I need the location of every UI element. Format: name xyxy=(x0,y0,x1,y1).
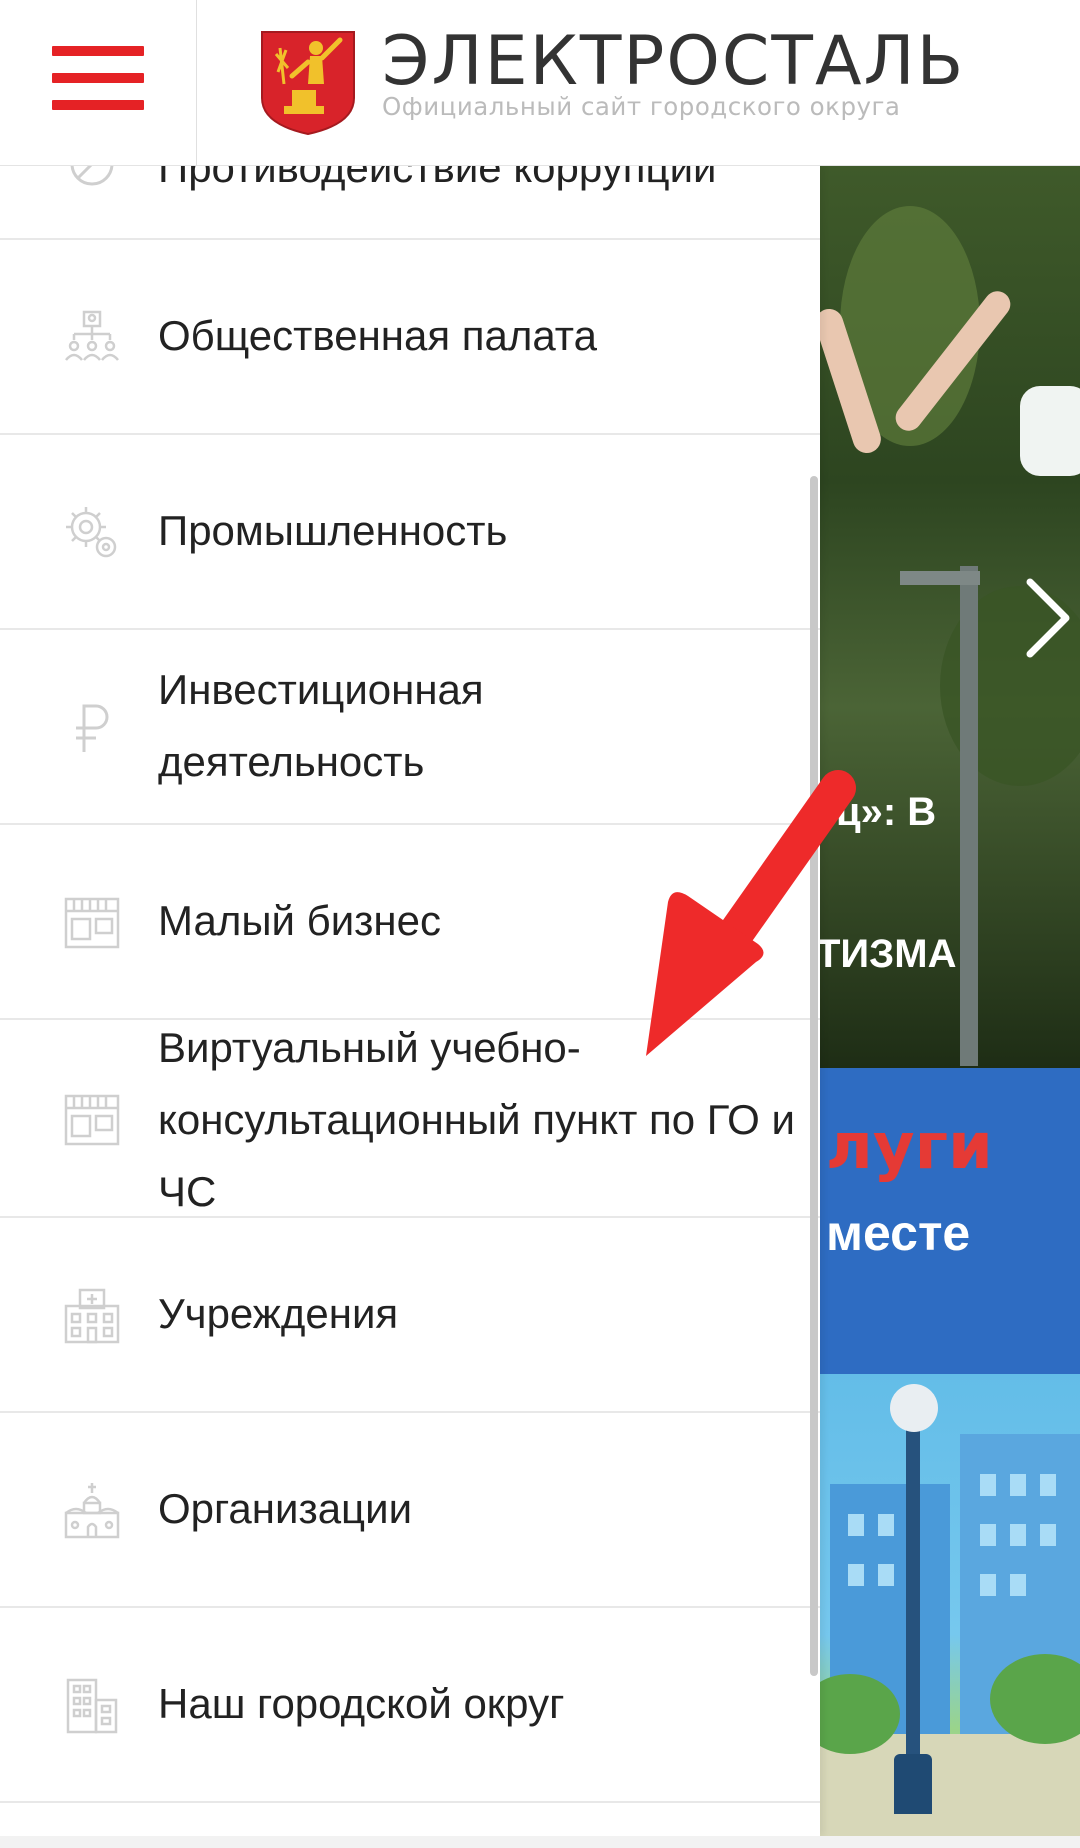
hospital-icon xyxy=(62,1286,122,1346)
photo-lamp-pole xyxy=(960,566,978,1066)
city-crest-icon[interactable] xyxy=(258,28,358,136)
menu-item-public-chamber[interactable]: Общественная палата xyxy=(0,240,820,435)
illus-window xyxy=(980,1474,996,1496)
site-title[interactable]: ЭЛЕКТРОСТАЛЬ xyxy=(382,28,965,96)
prohibited-icon xyxy=(62,166,122,194)
menu-item-institutions[interactable]: Учреждения xyxy=(0,1218,820,1413)
bottom-edge xyxy=(0,1836,1080,1848)
banner-subtitle: месте xyxy=(826,1205,971,1261)
ruble-icon xyxy=(62,698,122,758)
illus-window xyxy=(1010,1524,1026,1546)
menu-item-industry[interactable]: Промышленность xyxy=(0,435,820,630)
slide-caption-line1[interactable]: ц»: В xyxy=(836,790,936,835)
menu-item-small-business[interactable]: Малый бизнес xyxy=(0,825,820,1020)
menu-item-label: Промышленность xyxy=(158,507,508,554)
illus-window xyxy=(878,1564,894,1586)
menu-item-label: Общественная палата xyxy=(158,312,597,359)
illus-window xyxy=(1040,1474,1056,1496)
church-icon xyxy=(62,1481,122,1541)
illus-window xyxy=(848,1564,864,1586)
illus-window xyxy=(848,1514,864,1536)
chevron-right-icon[interactable] xyxy=(1024,578,1072,658)
nav-drawer: Противодействие коррупции Общественная п… xyxy=(0,166,820,1836)
hamburger-bar xyxy=(52,46,144,56)
illus-lamp-base xyxy=(894,1754,932,1814)
illus-window xyxy=(1010,1474,1026,1496)
illus-window xyxy=(1040,1524,1056,1546)
menu-item-organizations[interactable]: Организации xyxy=(0,1413,820,1608)
promo-illustration[interactable] xyxy=(820,1374,1080,1848)
banner-title: луги xyxy=(826,1110,993,1184)
menu-item-label: Противодействие коррупции xyxy=(158,166,717,191)
header-divider xyxy=(196,0,197,166)
shop-icon xyxy=(62,893,122,953)
hierarchy-icon xyxy=(62,308,122,368)
illus-window xyxy=(980,1574,996,1596)
menu-item-our-district[interactable]: Наш городской округ xyxy=(0,1608,820,1803)
menu-item-label: Учреждения xyxy=(158,1290,399,1337)
menu-item-label: Наш городской округ xyxy=(158,1680,565,1727)
illus-window xyxy=(878,1514,894,1536)
menu-item-label: Виртуальный учебно-консультационный пунк… xyxy=(158,1024,795,1215)
illus-window xyxy=(980,1524,996,1546)
menu-item-label: Инвестиционная деятельность xyxy=(158,666,484,785)
menu-item-civil-defense[interactable]: Виртуальный учебно-консультационный пунк… xyxy=(0,1020,820,1218)
hamburger-icon[interactable] xyxy=(52,46,144,110)
site-subtitle: Официальный сайт городского округа xyxy=(382,92,901,121)
buildings-icon xyxy=(62,1676,122,1736)
menu-item-investment[interactable]: Инвестиционная деятельность xyxy=(0,630,820,825)
menu-item-anticorruption[interactable]: Противодействие коррупции xyxy=(0,166,820,240)
drawer-scrollbar[interactable] xyxy=(810,476,818,1676)
illus-lamp-globe xyxy=(890,1384,938,1432)
slide-caption-line2[interactable]: ТИЗМА xyxy=(816,932,956,977)
photo-lamp-head xyxy=(900,571,980,585)
photo-dancer-dress xyxy=(1020,386,1080,476)
menu-item-label: Малый бизнес xyxy=(158,897,441,944)
gears-icon xyxy=(62,503,122,563)
shop-icon xyxy=(62,1090,122,1150)
hamburger-bar xyxy=(52,73,144,83)
site-header: ЭЛЕКТРОСТАЛЬ Официальный сайт городского… xyxy=(0,0,1080,166)
hamburger-bar xyxy=(52,100,144,110)
menu-item-label: Организации xyxy=(158,1485,413,1532)
illus-window xyxy=(1010,1574,1026,1596)
